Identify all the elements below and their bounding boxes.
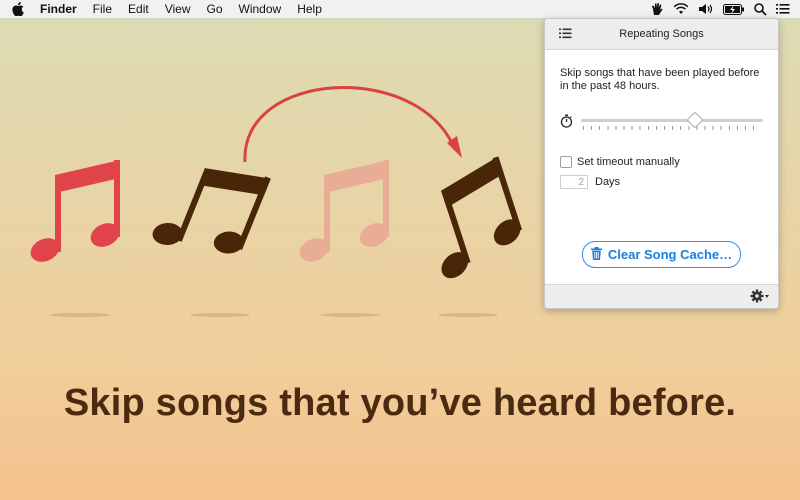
menu-view[interactable]: View [165, 2, 191, 16]
volume-icon[interactable] [698, 3, 714, 15]
menu-edit[interactable]: Edit [128, 2, 149, 16]
clear-song-cache-button[interactable]: Clear Song Cache… [582, 241, 741, 268]
faded-note-icon [299, 160, 389, 262]
menu-bar: Finder File Edit View Go Window Help [0, 0, 800, 19]
set-timeout-checkbox[interactable] [560, 156, 572, 168]
menu-window[interactable]: Window [239, 2, 282, 16]
gear-menu-icon[interactable] [750, 289, 770, 303]
skip-arrow-icon [243, 86, 462, 163]
panel-footer [545, 284, 778, 308]
panel-description: Skip songs that have been played before … [560, 67, 760, 92]
timer-icon [560, 114, 573, 133]
repeating-songs-panel: Repeating Songs Skip songs that have bee… [544, 18, 779, 309]
apple-icon[interactable] [12, 2, 30, 16]
search-icon[interactable] [754, 2, 767, 16]
dark-note-destination-icon [441, 156, 523, 279]
headline: Skip songs that you’ve heard before. [63, 382, 737, 424]
list-icon[interactable] [776, 3, 790, 15]
slider-track [581, 119, 763, 122]
set-timeout-row[interactable]: Set timeout manually [560, 156, 680, 168]
set-timeout-label: Set timeout manually [577, 156, 680, 168]
note-shadows [50, 313, 498, 317]
battery-icon[interactable] [723, 3, 745, 15]
wifi-icon[interactable] [673, 3, 689, 15]
days-input[interactable]: 2 [560, 175, 588, 189]
trash-icon [590, 246, 602, 263]
menu-help[interactable]: Help [297, 2, 322, 16]
menu-go[interactable]: Go [207, 2, 223, 16]
menu-finder[interactable]: Finder [40, 2, 77, 16]
panel-title: Repeating Songs [619, 28, 704, 40]
panel-header: Repeating Songs [545, 19, 778, 50]
menu-file[interactable]: File [93, 2, 112, 16]
clear-song-cache-label: Clear Song Cache… [607, 247, 733, 262]
red-note-icon [30, 160, 120, 262]
slider-ticks [583, 126, 761, 130]
days-label: Days [595, 176, 621, 188]
dark-note-icon [152, 168, 271, 254]
hand-icon[interactable] [650, 2, 664, 16]
days-row: 2 Days [560, 175, 620, 189]
timeout-slider[interactable] [581, 111, 763, 132]
